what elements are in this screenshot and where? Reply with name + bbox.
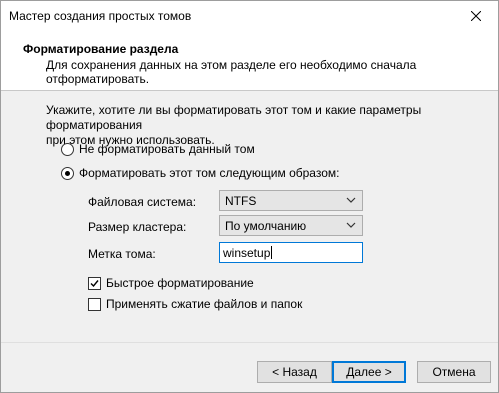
compression-label: Применять сжатие файлов и папок: [106, 297, 303, 311]
filesystem-select[interactable]: NTFS: [219, 190, 363, 211]
filesystem-value: NTFS: [225, 194, 257, 208]
chevron-down-icon: [346, 222, 356, 228]
volume-label-value: winsetup: [223, 246, 271, 260]
wizard-content: Укажите, хотите ли вы форматировать этот…: [1, 92, 498, 342]
page-description-line-1: Для сохранения данных на этом разделе ег…: [46, 58, 417, 72]
next-button[interactable]: Далее >: [332, 361, 406, 383]
instruction-line-1: Укажите, хотите ли вы форматировать этот…: [46, 103, 422, 132]
footer-divider: [1, 342, 498, 343]
close-icon: [471, 11, 481, 21]
cancel-button[interactable]: Отмена: [417, 361, 491, 383]
radio-format[interactable]: Форматировать этот том следующим образом…: [61, 166, 339, 180]
radio-no-format[interactable]: Не форматировать данный том: [61, 142, 255, 156]
back-button[interactable]: < Назад: [257, 361, 332, 383]
radio-no-format-label: Не форматировать данный том: [79, 142, 255, 156]
window-title: Мастер создания простых томов: [9, 9, 192, 23]
cluster-size-value: По умолчанию: [225, 219, 307, 233]
radio-format-label: Форматировать этот том следующим образом…: [79, 166, 340, 180]
filesystem-label: Файловая система:: [88, 195, 197, 209]
cluster-size-label: Размер кластера:: [88, 220, 187, 234]
volume-label-input[interactable]: winsetup: [219, 242, 363, 263]
chevron-down-icon: [346, 197, 356, 203]
close-button[interactable]: [454, 1, 498, 31]
compression-checkbox[interactable]: Применять сжатие файлов и папок: [88, 297, 302, 311]
wizard-window: Мастер создания простых томов Форматиров…: [0, 0, 499, 393]
page-title: Форматирование раздела: [23, 42, 179, 56]
title-bar: Мастер создания простых томов: [1, 1, 498, 31]
checkmark-icon: [90, 279, 99, 287]
page-description-line-2: отформатировать.: [46, 72, 150, 86]
quick-format-label: Быстрое форматирование: [106, 276, 254, 290]
text-caret: [271, 246, 273, 259]
compression-box[interactable]: [88, 297, 101, 311]
cluster-size-select[interactable]: По умолчанию: [219, 215, 363, 236]
volume-label-label: Метка тома:: [88, 247, 156, 261]
quick-format-checkbox[interactable]: Быстрое форматирование: [88, 276, 254, 290]
quick-format-box[interactable]: [88, 276, 101, 290]
page-description: Для сохранения данных на этом разделе ег…: [46, 58, 446, 86]
radio-no-format-button[interactable]: [61, 142, 74, 156]
wizard-header: Форматирование раздела Для сохранения да…: [1, 31, 498, 91]
radio-format-button[interactable]: [61, 166, 74, 180]
